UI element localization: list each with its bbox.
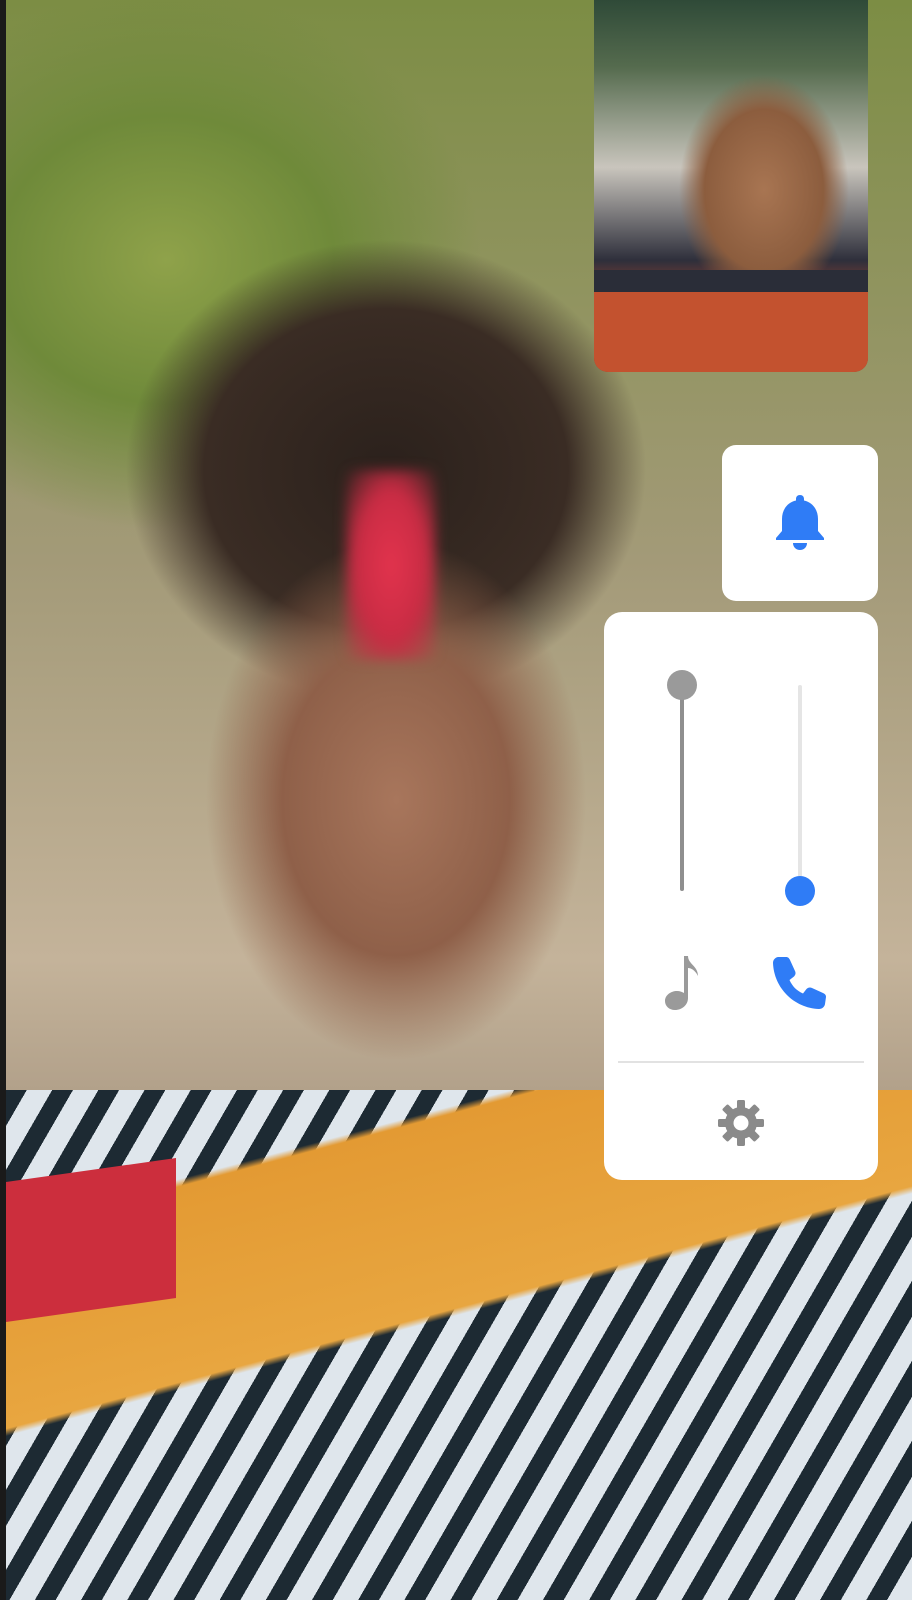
media-volume-slider[interactable]: [667, 670, 697, 891]
panel-divider: [618, 1061, 864, 1063]
media-volume-thumb[interactable]: [667, 670, 697, 700]
call-volume-slider[interactable]: [785, 685, 815, 906]
sound-settings-button[interactable]: [708, 1092, 774, 1158]
volume-panel: [604, 612, 878, 1180]
call-volume-thumb[interactable]: [785, 876, 815, 906]
notification-mode-button[interactable]: [722, 445, 878, 601]
gear-icon: [716, 1098, 766, 1153]
bell-icon: [772, 491, 828, 556]
music-note-icon[interactable]: [660, 950, 704, 1014]
media-volume-fill: [680, 685, 684, 891]
remote-video-detail: [6, 1158, 176, 1322]
self-view-video[interactable]: [594, 0, 868, 372]
remote-video-detail: [346, 470, 436, 660]
phone-icon[interactable]: [770, 952, 830, 1012]
self-view-detail: [594, 270, 868, 372]
